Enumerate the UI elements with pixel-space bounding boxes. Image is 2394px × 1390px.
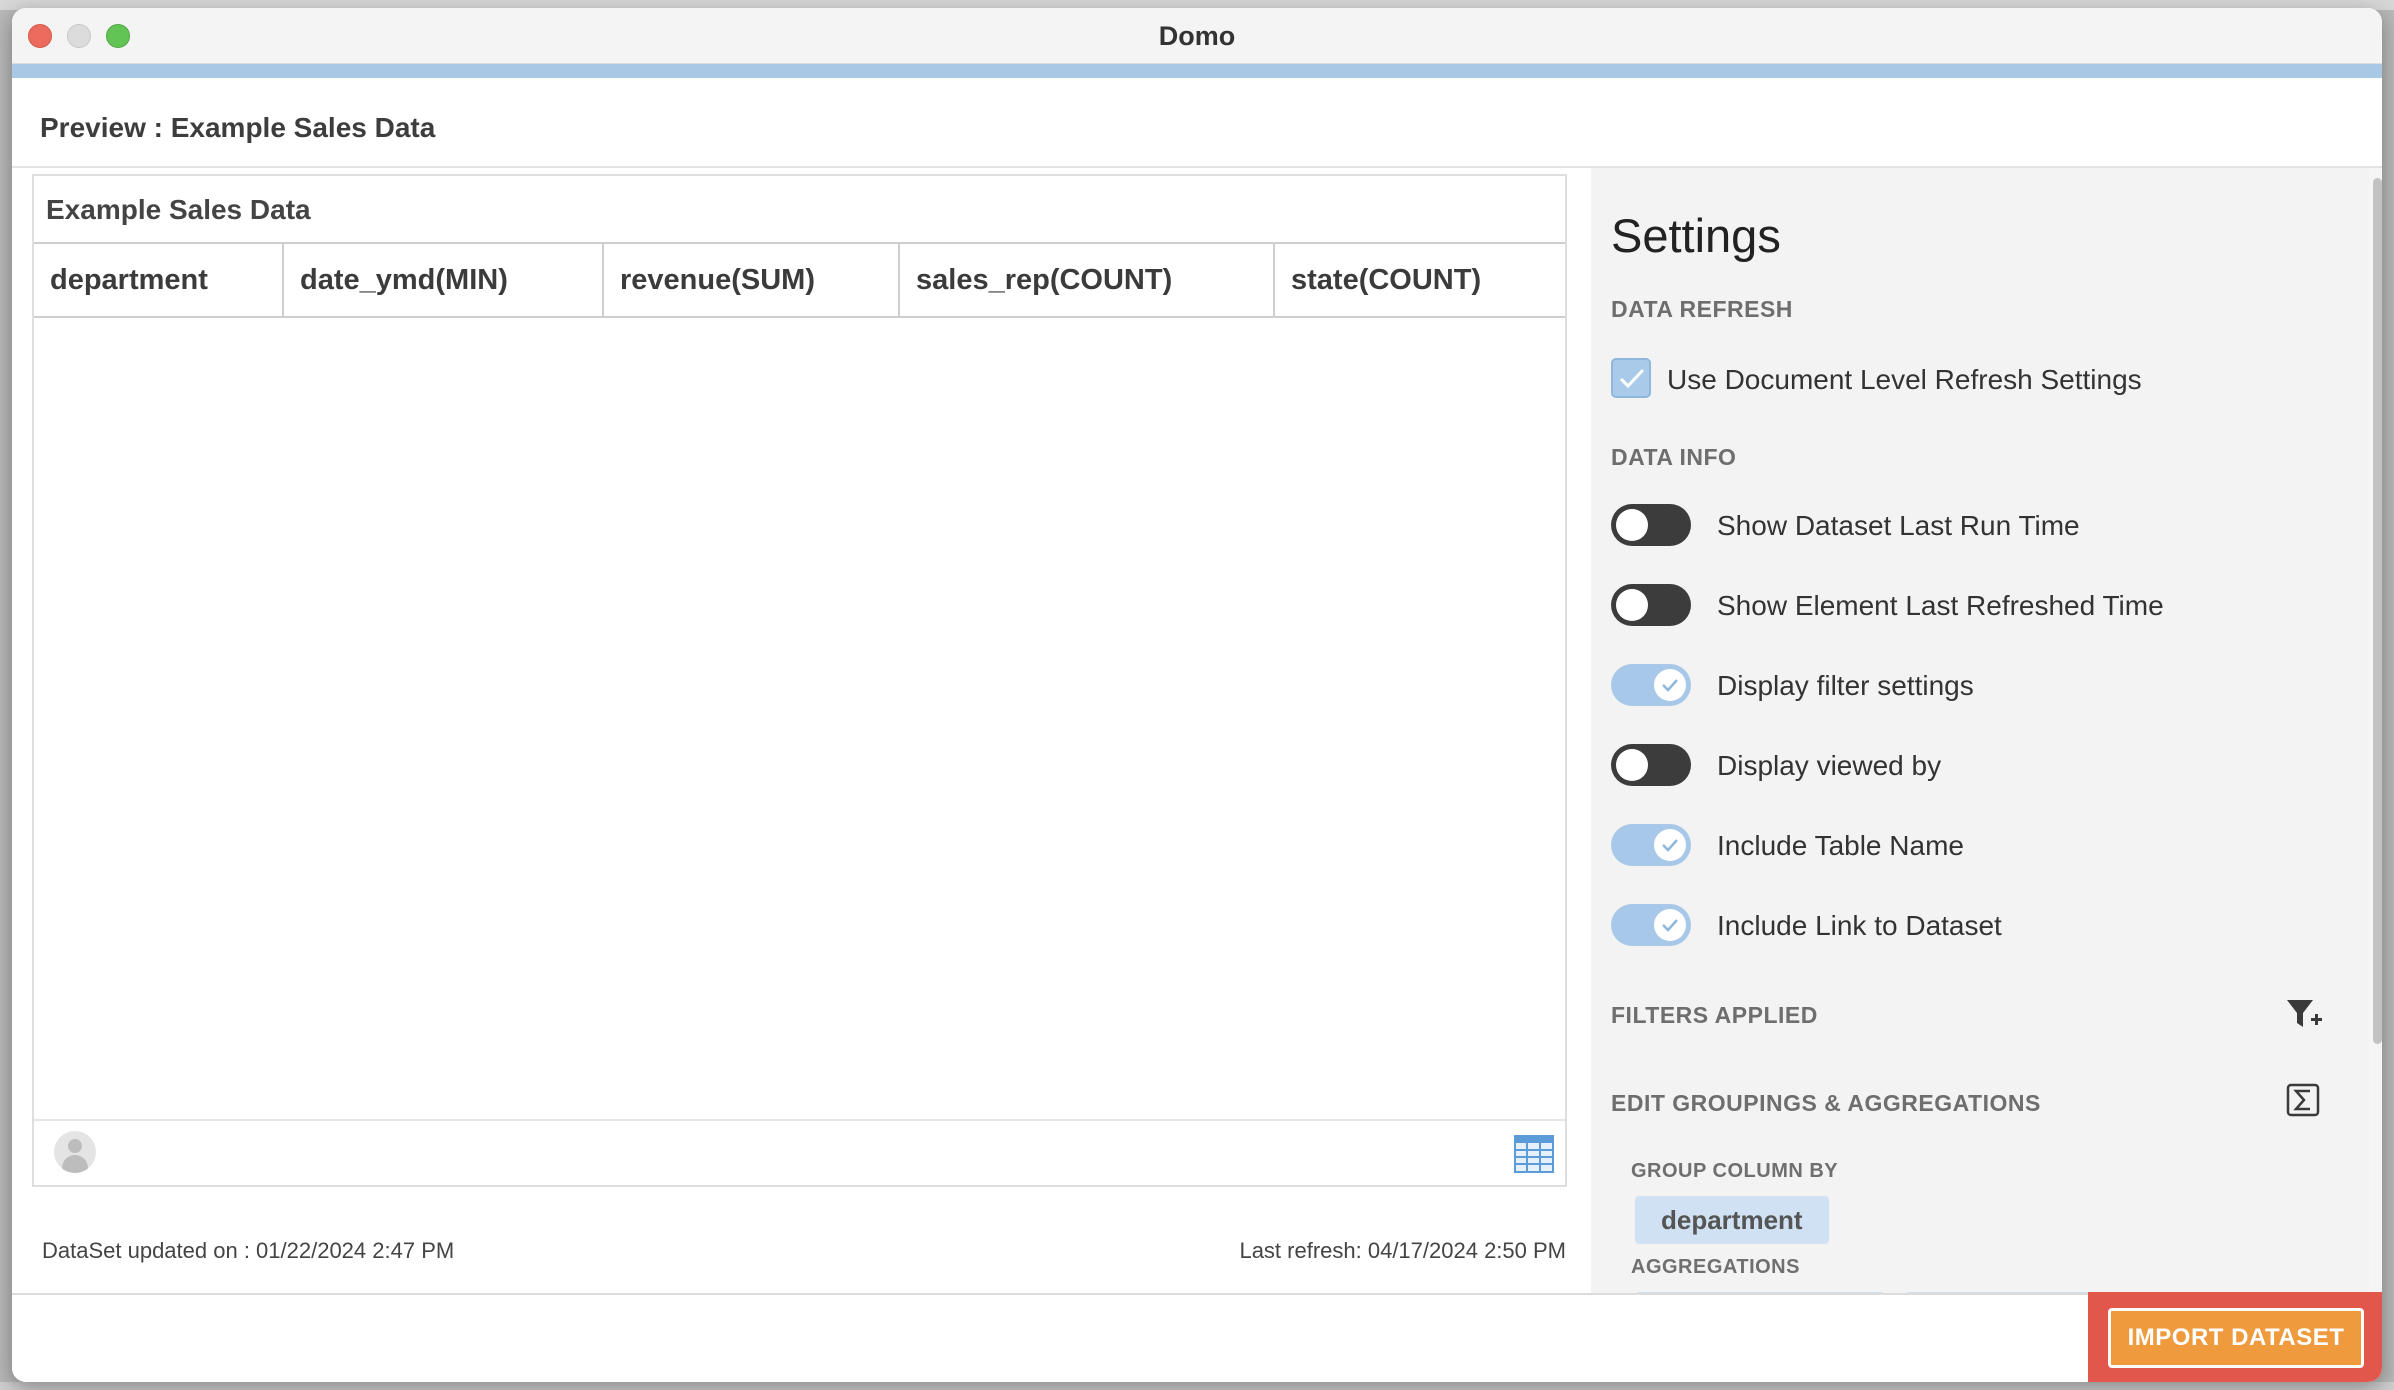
column-header[interactable]: state(COUNT) xyxy=(1275,244,1565,316)
toggle-label: Show Element Last Refreshed Time xyxy=(1717,590,2164,621)
toggle-row-last-refreshed-time: Show Element Last Refreshed Time xyxy=(1611,584,2351,628)
settings-title: Settings xyxy=(1611,209,1781,262)
last-run-time-toggle[interactable] xyxy=(1611,504,1691,546)
preview-card-footer xyxy=(34,1119,1565,1185)
column-header[interactable]: department xyxy=(34,244,284,316)
last-refresh-text: Last refresh: 04/17/2024 2:50 PM xyxy=(1239,1238,1566,1263)
filter-settings-toggle[interactable] xyxy=(1611,664,1691,706)
preview-card: Example Sales Data department date_ymd(M… xyxy=(32,174,1567,1187)
use-document-refresh-checkbox[interactable] xyxy=(1611,358,1651,398)
checkmark-icon xyxy=(1619,368,1645,389)
data-refresh-heading: DATA REFRESH xyxy=(1611,296,1793,322)
accent-bar xyxy=(12,64,2382,78)
checkmark-icon xyxy=(1662,919,1678,932)
settings-scrollbar-thumb[interactable] xyxy=(2373,178,2382,1044)
toggle-label: Show Dataset Last Run Time xyxy=(1717,510,2080,541)
column-header[interactable]: date_ymd(MIN) xyxy=(284,244,604,316)
column-header[interactable]: revenue(SUM) xyxy=(604,244,900,316)
sigma-icon[interactable] xyxy=(2285,1082,2325,1122)
column-header[interactable]: sales_rep(COUNT) xyxy=(900,244,1275,316)
import-dataset-button[interactable]: IMPORT DATASET xyxy=(2108,1308,2364,1368)
group-column-chip[interactable]: department xyxy=(1635,1196,1829,1244)
toggle-label: Display viewed by xyxy=(1717,750,1942,781)
table-header-row: department date_ymd(MIN) revenue(SUM) sa… xyxy=(34,242,1565,318)
filter-add-icon[interactable] xyxy=(2283,994,2323,1034)
dialog-footer xyxy=(12,1293,2382,1382)
domo-window: Domo Preview : Example Sales Data Exampl… xyxy=(12,8,2382,1382)
user-avatar-icon xyxy=(54,1131,96,1173)
dialog-header: Preview : Example Sales Data xyxy=(12,78,2382,168)
toggle-row-last-run-time: Show Dataset Last Run Time xyxy=(1611,504,2351,548)
table-name: Example Sales Data xyxy=(46,194,311,225)
toggle-row-filter-settings: Display filter settings xyxy=(1611,664,2351,708)
checkmark-icon xyxy=(1662,839,1678,852)
last-refreshed-time-toggle[interactable] xyxy=(1611,584,1691,626)
toggle-label: Display filter settings xyxy=(1717,670,1974,701)
toggle-row-viewed-by: Display viewed by xyxy=(1611,744,2351,788)
dialog-title: Preview : Example Sales Data xyxy=(40,112,436,143)
table-view-icon[interactable] xyxy=(1514,1135,1554,1173)
include-table-name-toggle[interactable] xyxy=(1611,824,1691,866)
group-column-by-heading: GROUP COLUMN BY xyxy=(1631,1160,1839,1182)
viewed-by-toggle[interactable] xyxy=(1611,744,1691,786)
window-titlebar: Domo xyxy=(12,8,2382,64)
settings-panel: Settings DATA REFRESH Use Document Level… xyxy=(1591,168,2369,1302)
toggle-row-link-to-dataset: Include Link to Dataset xyxy=(1611,904,2351,948)
include-link-toggle[interactable] xyxy=(1611,904,1691,946)
toggle-label: Include Link to Dataset xyxy=(1717,910,2002,941)
data-info-heading: DATA INFO xyxy=(1611,444,1737,470)
dataset-updated-text: DataSet updated on : 01/22/2024 2:47 PM xyxy=(42,1238,455,1263)
toggle-row-table-name: Include Table Name xyxy=(1611,824,2351,868)
checkmark-icon xyxy=(1662,679,1678,692)
background-app-bottom xyxy=(0,1382,2394,1390)
use-document-refresh-label: Use Document Level Refresh Settings xyxy=(1667,364,2142,395)
toggle-label: Include Table Name xyxy=(1717,830,1964,861)
edit-groupings-heading: EDIT GROUPINGS & AGGREGATIONS xyxy=(1611,1090,2041,1116)
filters-applied-heading: FILTERS APPLIED xyxy=(1611,1002,1818,1028)
aggregations-heading: AGGREGATIONS xyxy=(1631,1256,1800,1278)
window-title: Domo xyxy=(1158,21,1236,51)
